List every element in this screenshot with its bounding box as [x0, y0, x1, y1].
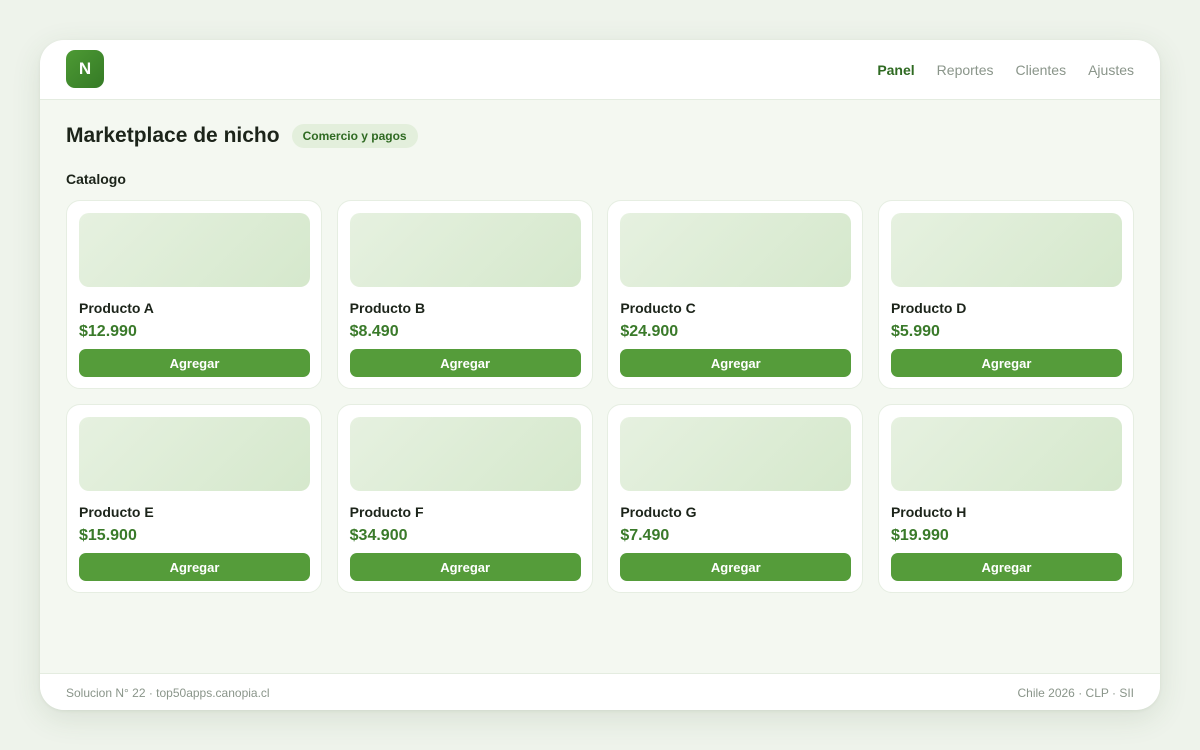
product-price: $7.490: [620, 527, 670, 544]
section-title: Catalogo: [66, 171, 126, 187]
nav-item-clientes[interactable]: Clientes: [1015, 62, 1066, 78]
product-card: Producto B $8.490 Agregar: [336, 200, 593, 389]
logo-letter: N: [78, 59, 92, 78]
product-price: $5.990: [890, 323, 940, 340]
product-price: $24.900: [620, 323, 679, 340]
add-to-cart-button[interactable]: Agregar: [79, 553, 310, 581]
product-image: [890, 213, 1122, 287]
footer-right-text: Chile 2026 · CLP · SII: [1017, 686, 1134, 700]
product-image: [620, 417, 852, 491]
nav-item-ajustes[interactable]: Ajustes: [1088, 62, 1134, 78]
product-image: [79, 417, 310, 491]
product-card: Producto A $12.990 Agregar: [66, 200, 322, 389]
main-nav: Panel Reportes Clientes Ajustes: [877, 40, 1134, 99]
page-title: Marketplace de nicho: [66, 124, 280, 147]
product-card: Producto H $19.990 Agregar: [877, 404, 1134, 593]
add-to-cart-button[interactable]: Agregar: [79, 349, 310, 377]
product-name: Producto B: [349, 300, 426, 316]
product-price: $34.900: [349, 527, 408, 544]
add-to-cart-button[interactable]: Agregar: [349, 349, 581, 377]
product-name: Producto C: [620, 300, 696, 316]
product-card: Producto F $34.900 Agregar: [336, 404, 593, 593]
product-image: [349, 417, 581, 491]
nav-item-reportes[interactable]: Reportes: [937, 62, 994, 78]
title-row: Marketplace de nicho Comercio y pagos: [66, 124, 418, 148]
product-price: $12.990: [79, 323, 137, 340]
product-name: Producto D: [890, 300, 967, 316]
footer-left-text: Solucion N° 22 · top50apps.canopia.cl: [66, 686, 270, 700]
product-name: Producto A: [79, 300, 154, 316]
product-image: [79, 213, 310, 287]
nav-item-panel[interactable]: Panel: [877, 62, 914, 78]
footer: Solucion N° 22 · top50apps.canopia.cl Ch…: [40, 673, 1160, 710]
product-card: Producto D $5.990 Agregar: [877, 200, 1134, 389]
product-image: [620, 213, 852, 287]
category-badge: Comercio y pagos: [291, 124, 418, 148]
add-to-cart-button[interactable]: Agregar: [620, 349, 852, 377]
product-card: Producto G $7.490 Agregar: [607, 404, 864, 593]
product-name: Producto E: [79, 504, 154, 520]
product-price: $19.990: [890, 527, 949, 544]
product-grid: Producto A $12.990 Agregar Producto B $8…: [66, 200, 1134, 593]
product-image: [349, 213, 581, 287]
product-card: Producto C $24.900 Agregar: [607, 200, 864, 389]
product-name: Producto F: [349, 504, 424, 520]
add-to-cart-button[interactable]: Agregar: [890, 349, 1122, 377]
logo[interactable]: N: [66, 50, 104, 88]
product-name: Producto G: [620, 504, 697, 520]
product-name: Producto H: [890, 504, 967, 520]
product-card: Producto E $15.900 Agregar: [66, 404, 322, 593]
add-to-cart-button[interactable]: Agregar: [890, 553, 1122, 581]
product-price: $15.900: [79, 527, 137, 544]
add-to-cart-button[interactable]: Agregar: [620, 553, 852, 581]
product-price: $8.490: [349, 323, 399, 340]
app-window: N Panel Reportes Clientes Ajustes Market…: [40, 40, 1160, 710]
add-to-cart-button[interactable]: Agregar: [349, 553, 581, 581]
top-bar: N Panel Reportes Clientes Ajustes: [40, 40, 1160, 100]
product-image: [890, 417, 1122, 491]
